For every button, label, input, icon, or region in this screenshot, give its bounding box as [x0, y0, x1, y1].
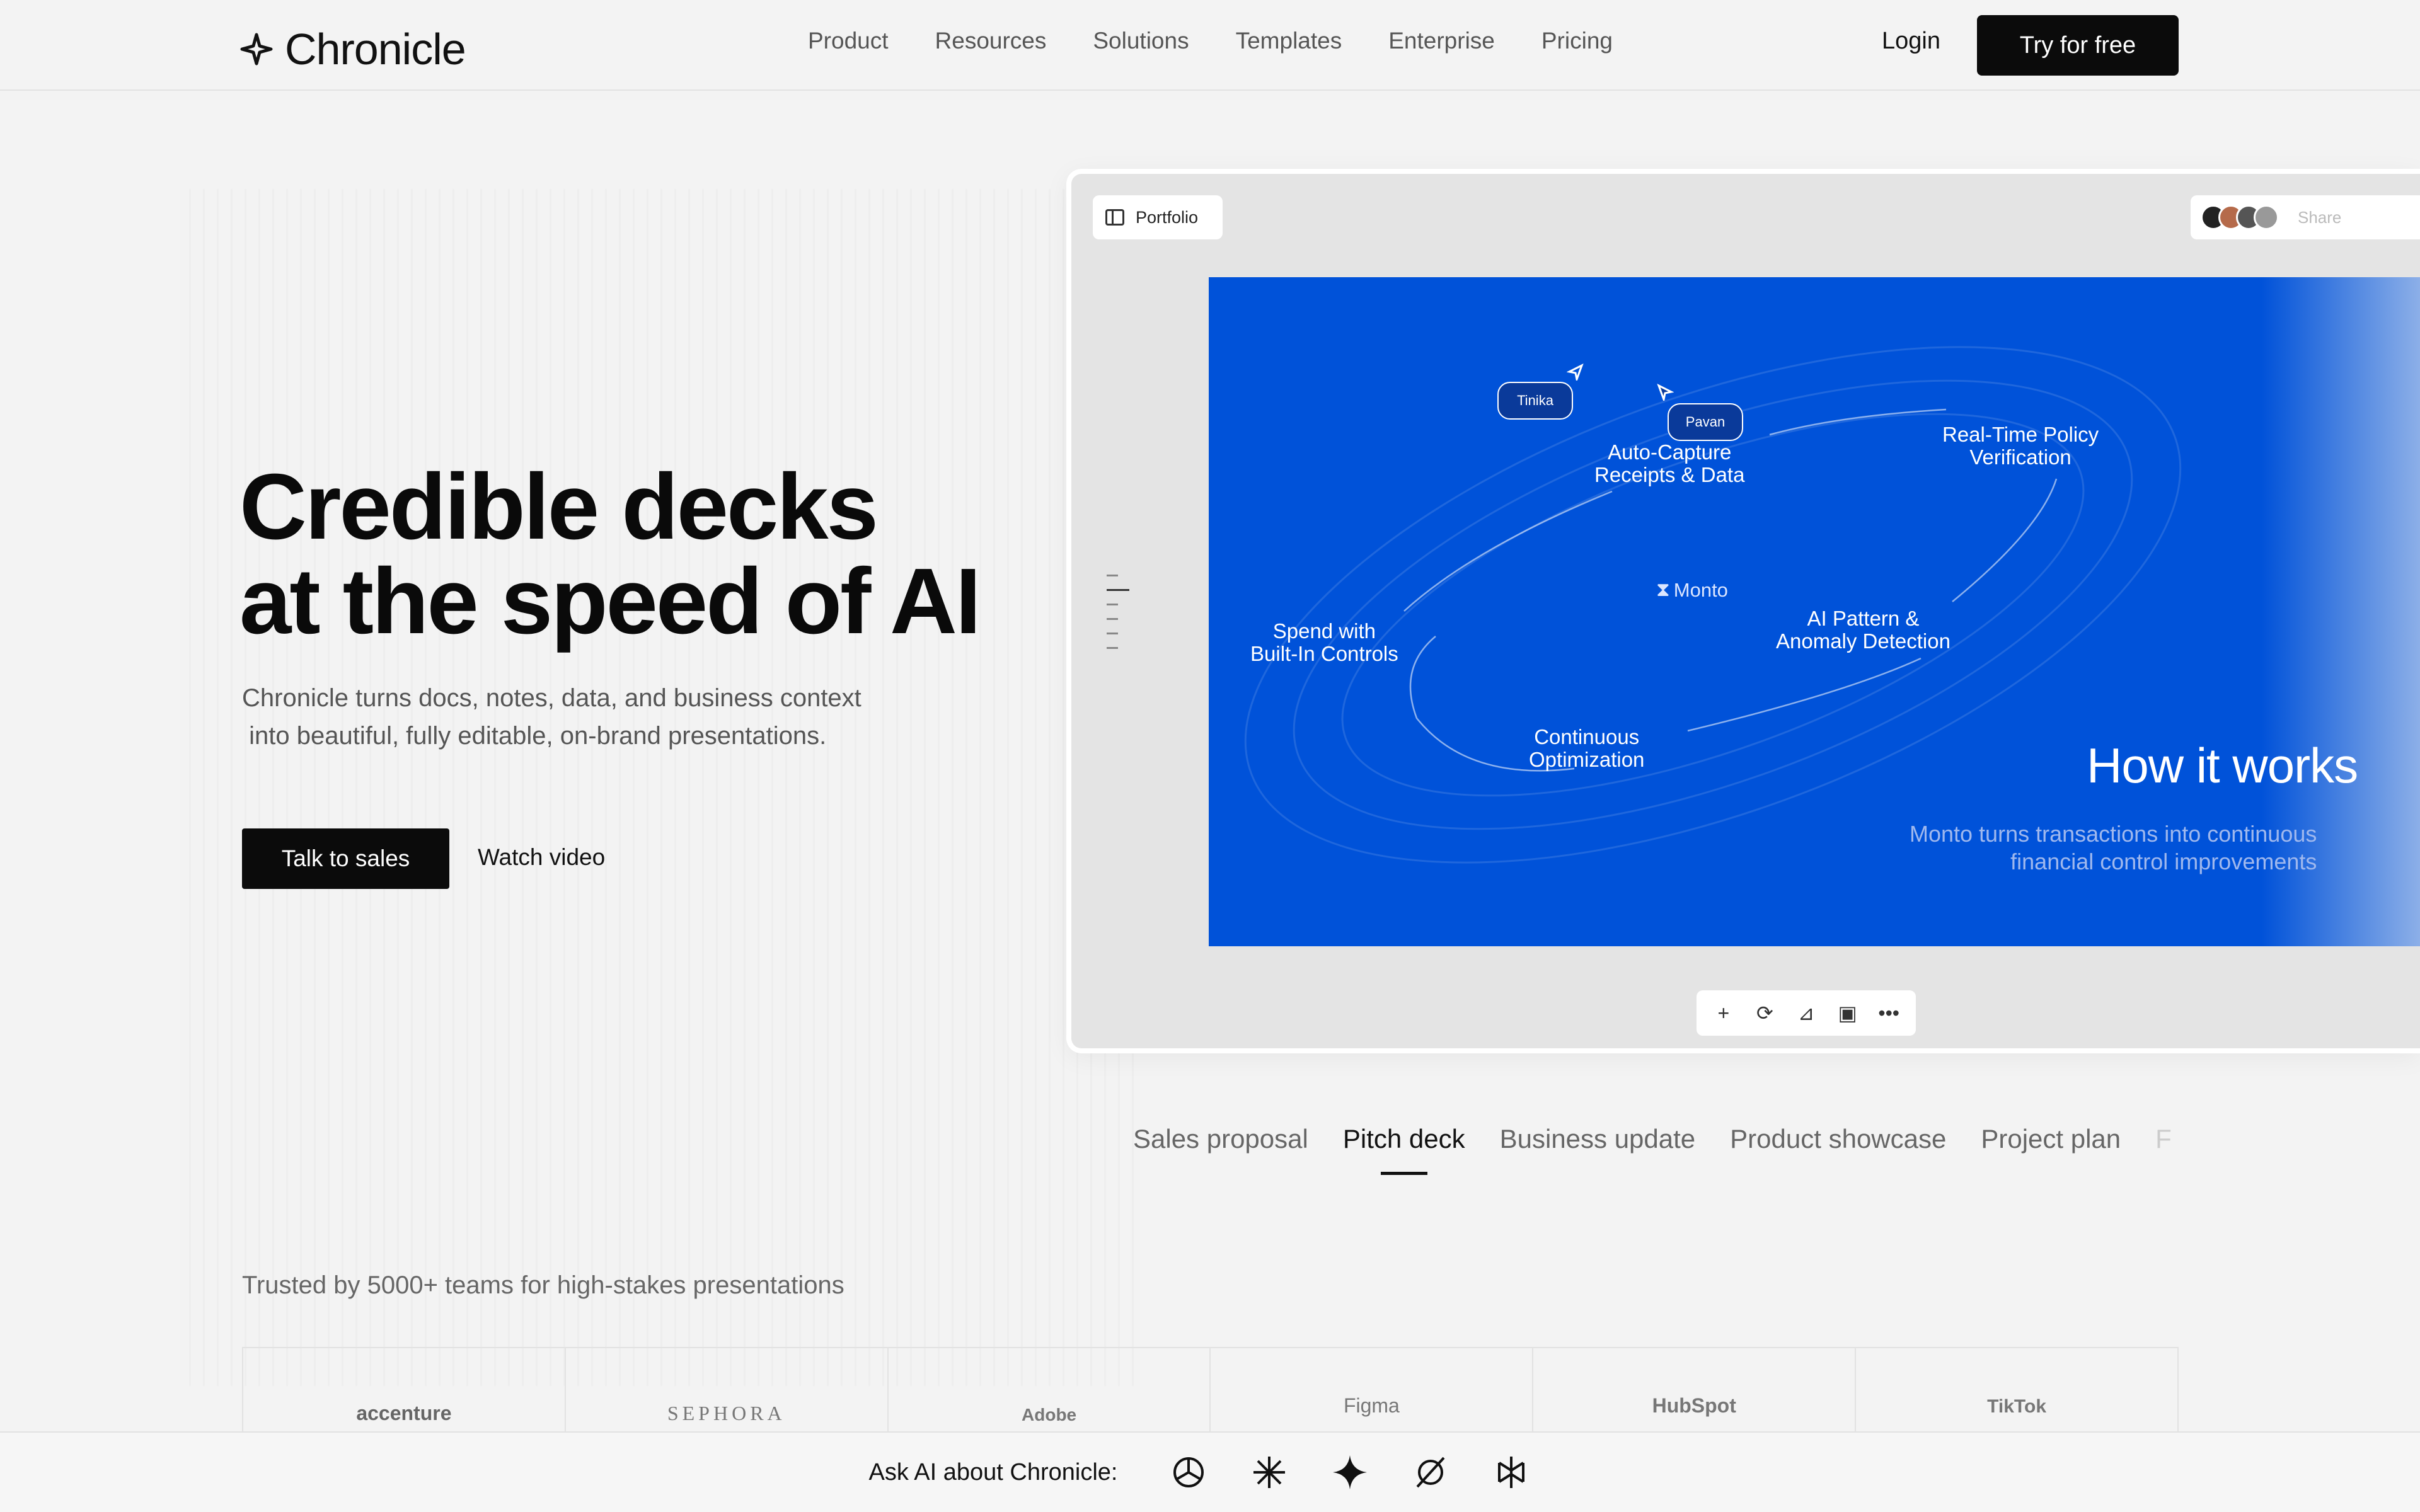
logo-text: TikTok — [1987, 1396, 2047, 1417]
slide-subheading-line-2: financial control improvements — [2010, 849, 2317, 874]
try-for-free-button[interactable]: Try for free — [1977, 15, 2179, 76]
tab-truncated[interactable]: F — [2155, 1124, 2172, 1154]
hero-subtitle-line-2: into beautiful, fully editable, on-brand… — [242, 722, 827, 750]
cursor-arrow-icon — [1567, 363, 1584, 381]
portfolio-chip[interactable]: Portfolio — [1093, 195, 1223, 239]
cursor-name: Pavan — [1685, 414, 1726, 430]
login-link[interactable]: Login — [1882, 28, 1940, 55]
perplexity-icon[interactable] — [1411, 1453, 1450, 1492]
sparkle-logo-icon — [240, 33, 273, 66]
plus-icon[interactable]: + — [1711, 1002, 1736, 1025]
monto-logo-icon: ⧗ — [1656, 578, 1670, 600]
label-auto-capture[interactable]: Auto-Capture Receipts & Data — [1594, 441, 1744, 486]
slide-nav-tick[interactable] — [1107, 647, 1118, 649]
cursor-tag-pavan: Pavan — [1668, 403, 1743, 441]
logo-text: Figma — [1343, 1394, 1400, 1417]
monto-name: Monto — [1673, 578, 1728, 601]
sidebar-toggle-icon — [1105, 209, 1124, 226]
nav-link-resources[interactable]: Resources — [935, 28, 1047, 54]
cursor-arrow-icon — [1657, 383, 1674, 401]
frame-icon[interactable]: ▣ — [1835, 1001, 1860, 1025]
brand-logo[interactable]: Chronicle — [239, 24, 466, 74]
ask-ai-label: Ask AI about Chronicle: — [868, 1458, 1118, 1486]
hero-title: Credible decks at the speed of AI — [239, 460, 996, 649]
slide-nav-tick-active[interactable] — [1107, 589, 1129, 591]
slide-nav-tick[interactable] — [1107, 633, 1118, 634]
logo-figma: Figma — [1211, 1348, 1534, 1435]
nav-link-pricing[interactable]: Pricing — [1541, 28, 1613, 54]
slide-subheading-line-1: Monto turns transactions into continuous — [1910, 821, 2317, 847]
grok-icon[interactable] — [1492, 1453, 1531, 1492]
main-nav: Product Resources Solutions Templates En… — [808, 28, 1659, 54]
avatar — [2254, 205, 2279, 230]
ai-icon[interactable]: ⟳ — [1752, 1001, 1777, 1025]
chart-icon[interactable]: ⊿ — [1794, 1001, 1819, 1025]
chatgpt-icon[interactable] — [1169, 1453, 1208, 1492]
slide-toolbar: + ⟳ ⊿ ▣ ••• — [1697, 990, 1916, 1036]
claude-icon[interactable] — [1250, 1453, 1289, 1492]
slide-nav-tick[interactable] — [1107, 604, 1118, 605]
logo-adobe: Adobe — [889, 1348, 1211, 1435]
logo-sephora: SEPHORA — [566, 1348, 889, 1435]
logo-text: Adobe — [1022, 1405, 1077, 1424]
brand-name: Chronicle — [285, 25, 466, 74]
editor-preview: Portfolio Share Tinika Pavan Auto-Captur… — [1066, 169, 2420, 1053]
monto-center-logo: ⧗ Monto — [1656, 578, 1728, 602]
tab-sales-proposal[interactable]: Sales proposal — [1133, 1124, 1308, 1154]
logo-tiktok: TikTok — [1856, 1348, 2177, 1435]
logo-accenture: accenture — [243, 1348, 566, 1435]
hero-title-line-1: Credible decks — [239, 455, 879, 559]
slide-subheading[interactable]: Monto turns transactions into continuous… — [1910, 820, 2317, 876]
slide-nav-tick[interactable] — [1107, 618, 1118, 620]
label-ai-pattern[interactable]: AI Pattern & Anomaly Detection — [1776, 607, 1950, 653]
customer-logos: accenture SEPHORA Adobe Figma HubSpot Ti… — [242, 1347, 2179, 1435]
gemini-icon[interactable] — [1330, 1453, 1369, 1492]
logo-hubspot: HubSpot — [1533, 1348, 1857, 1435]
share-label: Share — [2298, 207, 2342, 227]
logo-text: SEPHORA — [667, 1402, 786, 1424]
slide-nav-tick[interactable] — [1107, 575, 1118, 576]
portfolio-label: Portfolio — [1136, 207, 1199, 227]
tab-project-plan[interactable]: Project plan — [1981, 1124, 2121, 1154]
label-spend-controls[interactable]: Spend with Built-In Controls — [1250, 620, 1398, 665]
label-continuous-optimization[interactable]: Continuous Optimization — [1529, 726, 1644, 771]
hero-subtitle-line-1: Chronicle turns docs, notes, data, and b… — [242, 684, 861, 712]
nav-link-templates[interactable]: Templates — [1236, 28, 1342, 54]
tab-pitch-deck[interactable]: Pitch deck — [1343, 1124, 1465, 1175]
cursor-tag-tinika: Tinika — [1497, 382, 1573, 420]
more-icon[interactable]: ••• — [1876, 1002, 1901, 1025]
logo-text: accenture — [356, 1402, 452, 1424]
nav-link-solutions[interactable]: Solutions — [1093, 28, 1189, 54]
slide-canvas[interactable]: Tinika Pavan Auto-Capture Receipts & Dat… — [1209, 277, 2420, 946]
template-tabs: Sales proposal Pitch deck Business updat… — [1133, 1124, 2206, 1175]
nav-link-enterprise[interactable]: Enterprise — [1388, 28, 1495, 54]
slide-heading[interactable]: How it works — [2087, 737, 2358, 794]
background-texture — [189, 189, 1134, 1386]
logo-text: HubSpot — [1652, 1394, 1736, 1417]
nav-link-product[interactable]: Product — [808, 28, 889, 54]
tab-product-showcase[interactable]: Product showcase — [1730, 1124, 1946, 1154]
ask-ai-bar: Ask AI about Chronicle: — [0, 1431, 2420, 1512]
hero-title-line-2: at the speed of AI — [239, 549, 981, 653]
tab-business-update[interactable]: Business update — [1500, 1124, 1696, 1154]
watch-video-button[interactable]: Watch video — [478, 844, 605, 871]
cursor-name: Tinika — [1517, 392, 1553, 408]
label-real-time-policy[interactable]: Real-Time Policy Verification — [1942, 423, 2099, 469]
hero-subtitle: Chronicle turns docs, notes, data, and b… — [242, 679, 910, 755]
slide-navigator[interactable] — [1107, 575, 1129, 662]
top-nav: Chronicle Product Resources Solutions Te… — [0, 0, 2420, 91]
collaborators-share-chip[interactable]: Share — [2191, 195, 2420, 239]
trusted-by-text: Trusted by 5000+ teams for high-stakes p… — [242, 1271, 844, 1299]
talk-to-sales-button[interactable]: Talk to sales — [242, 828, 449, 889]
